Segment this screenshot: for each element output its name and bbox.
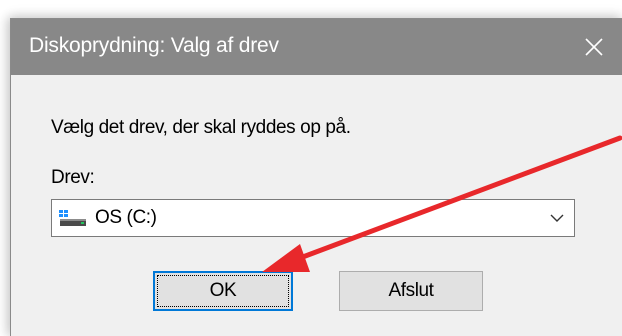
screenshot-canvas: Diskoprydning: Valg af drev Vælg det dre… [0, 0, 622, 336]
close-icon [585, 38, 603, 56]
focus-ring [157, 275, 289, 307]
drive-label: Drev: [51, 167, 95, 188]
drive-select[interactable]: OS (C:) [51, 199, 575, 237]
window-title: Diskoprydning: Valg af drev [29, 34, 279, 57]
close-button[interactable] [565, 19, 622, 75]
windows-drive-icon [59, 210, 86, 226]
instruction-text: Vælg det drev, der skal ryddes op på. [51, 117, 351, 138]
drive-select-value: OS (C:) [95, 207, 157, 228]
dialog-body: Vælg det drev, der skal ryddes op på. Dr… [11, 75, 622, 336]
title-bar[interactable]: Diskoprydning: Valg af drev [11, 19, 622, 75]
ok-button[interactable]: OK [153, 271, 293, 311]
exit-button[interactable]: Afslut [339, 271, 483, 311]
chevron-down-icon[interactable] [550, 213, 564, 223]
drive-selection-dialog: Diskoprydning: Valg af drev Vælg det dre… [10, 18, 622, 336]
exit-button-label: Afslut [388, 280, 434, 301]
